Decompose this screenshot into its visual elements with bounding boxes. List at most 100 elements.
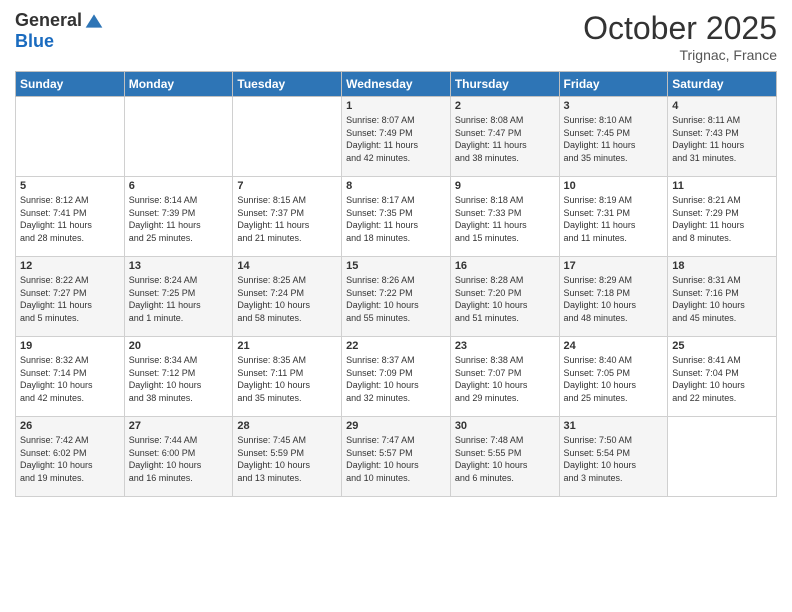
day-info: Sunrise: 8:24 AM Sunset: 7:25 PM Dayligh…	[129, 274, 229, 324]
day-number: 6	[129, 180, 229, 192]
day-number: 15	[346, 260, 446, 272]
day-cell: 3 Sunrise: 8:10 AM Sunset: 7:45 PM Daylig…	[559, 97, 668, 177]
logo: General Blue	[15, 10, 104, 52]
day-info: Sunrise: 8:32 AM Sunset: 7:14 PM Dayligh…	[20, 354, 120, 404]
day-number: 11	[672, 180, 772, 192]
day-info: Sunrise: 8:29 AM Sunset: 7:18 PM Dayligh…	[564, 274, 664, 324]
day-number: 17	[564, 260, 664, 272]
day-number: 16	[455, 260, 555, 272]
day-info: Sunrise: 8:18 AM Sunset: 7:33 PM Dayligh…	[455, 194, 555, 244]
day-cell: 16 Sunrise: 8:28 AM Sunset: 7:20 PM Dayli…	[450, 257, 559, 337]
day-info: Sunrise: 8:19 AM Sunset: 7:31 PM Dayligh…	[564, 194, 664, 244]
day-cell: 21Sunrise: 8:35 AM Sunset: 7:11 PM Dayli…	[233, 337, 342, 417]
day-info: Sunrise: 8:11 AM Sunset: 7:43 PM Dayligh…	[672, 114, 772, 164]
week-row-5: 26Sunrise: 7:42 AM Sunset: 6:02 PM Dayli…	[16, 417, 777, 497]
day-cell: 30 Sunrise: 7:48 AM Sunset: 5:55 PM Dayli…	[450, 417, 559, 497]
day-info: Sunrise: 7:50 AM Sunset: 5:54 PM Dayligh…	[564, 434, 664, 484]
day-info: Sunrise: 7:45 AM Sunset: 5:59 PM Dayligh…	[237, 434, 337, 484]
day-number: 2	[455, 100, 555, 112]
day-info: Sunrise: 8:26 AM Sunset: 7:22 PM Dayligh…	[346, 274, 446, 324]
day-number: 7	[237, 180, 337, 192]
weekday-header-tuesday: Tuesday	[233, 72, 342, 97]
day-info: Sunrise: 8:35 AM Sunset: 7:11 PM Dayligh…	[237, 354, 337, 404]
day-cell: 22Sunrise: 8:37 AM Sunset: 7:09 PM Dayli…	[342, 337, 451, 417]
day-cell	[16, 97, 125, 177]
day-number: 31	[564, 420, 664, 432]
day-info: Sunrise: 8:21 AM Sunset: 7:29 PM Dayligh…	[672, 194, 772, 244]
day-cell: 27 Sunrise: 7:44 AM Sunset: 6:00 PM Dayli…	[124, 417, 233, 497]
day-cell: 8 Sunrise: 8:17 AM Sunset: 7:35 PM Daylig…	[342, 177, 451, 257]
day-number: 5	[20, 180, 120, 192]
weekday-header-monday: Monday	[124, 72, 233, 97]
weekday-header-saturday: Saturday	[668, 72, 777, 97]
week-row-2: 5 Sunrise: 8:12 AM Sunset: 7:41 PM Daylig…	[16, 177, 777, 257]
day-info: Sunrise: 8:34 AM Sunset: 7:12 PM Dayligh…	[129, 354, 229, 404]
day-cell: 20 Sunrise: 8:34 AM Sunset: 7:12 PM Dayli…	[124, 337, 233, 417]
day-number: 12	[20, 260, 120, 272]
day-cell: 19 Sunrise: 8:32 AM Sunset: 7:14 PM Dayli…	[16, 337, 125, 417]
title-block: October 2025 Trignac, France	[583, 10, 777, 63]
logo-blue-text: Blue	[15, 31, 54, 52]
day-cell: 1 Sunrise: 8:07 AM Sunset: 7:49 PM Daylig…	[342, 97, 451, 177]
weekday-header-sunday: Sunday	[16, 72, 125, 97]
day-cell: 4 Sunrise: 8:11 AM Sunset: 7:43 PM Daylig…	[668, 97, 777, 177]
day-number: 24	[564, 340, 664, 352]
day-number: 27	[129, 420, 229, 432]
day-cell: 26Sunrise: 7:42 AM Sunset: 6:02 PM Dayli…	[16, 417, 125, 497]
day-cell: 24 Sunrise: 8:40 AM Sunset: 7:05 PM Dayli…	[559, 337, 668, 417]
weekday-header-wednesday: Wednesday	[342, 72, 451, 97]
day-info: Sunrise: 8:22 AM Sunset: 7:27 PM Dayligh…	[20, 274, 120, 324]
day-info: Sunrise: 7:47 AM Sunset: 5:57 PM Dayligh…	[346, 434, 446, 484]
day-info: Sunrise: 7:44 AM Sunset: 6:00 PM Dayligh…	[129, 434, 229, 484]
day-cell: 12 Sunrise: 8:22 AM Sunset: 7:27 PM Dayli…	[16, 257, 125, 337]
day-number: 1	[346, 100, 446, 112]
weekday-header-friday: Friday	[559, 72, 668, 97]
calendar-table: SundayMondayTuesdayWednesdayThursdayFrid…	[15, 71, 777, 497]
day-number: 3	[564, 100, 664, 112]
logo-icon	[84, 11, 104, 31]
day-cell	[668, 417, 777, 497]
day-number: 25	[672, 340, 772, 352]
day-info: Sunrise: 8:10 AM Sunset: 7:45 PM Dayligh…	[564, 114, 664, 164]
day-info: Sunrise: 8:12 AM Sunset: 7:41 PM Dayligh…	[20, 194, 120, 244]
header: General Blue October 2025 Trignac, Franc…	[15, 10, 777, 63]
day-cell	[124, 97, 233, 177]
day-cell: 14Sunrise: 8:25 AM Sunset: 7:24 PM Dayli…	[233, 257, 342, 337]
day-info: Sunrise: 8:08 AM Sunset: 7:47 PM Dayligh…	[455, 114, 555, 164]
day-number: 22	[346, 340, 446, 352]
day-info: Sunrise: 8:17 AM Sunset: 7:35 PM Dayligh…	[346, 194, 446, 244]
day-info: Sunrise: 8:40 AM Sunset: 7:05 PM Dayligh…	[564, 354, 664, 404]
day-cell: 5 Sunrise: 8:12 AM Sunset: 7:41 PM Daylig…	[16, 177, 125, 257]
day-cell: 11 Sunrise: 8:21 AM Sunset: 7:29 PM Dayli…	[668, 177, 777, 257]
location-subtitle: Trignac, France	[583, 47, 777, 63]
day-info: Sunrise: 8:31 AM Sunset: 7:16 PM Dayligh…	[672, 274, 772, 324]
day-number: 23	[455, 340, 555, 352]
logo-general-text: General	[15, 10, 82, 31]
day-number: 28	[237, 420, 337, 432]
day-cell: 10Sunrise: 8:19 AM Sunset: 7:31 PM Dayli…	[559, 177, 668, 257]
day-number: 30	[455, 420, 555, 432]
day-cell: 2 Sunrise: 8:08 AM Sunset: 7:47 PM Daylig…	[450, 97, 559, 177]
day-info: Sunrise: 8:07 AM Sunset: 7:49 PM Dayligh…	[346, 114, 446, 164]
week-row-4: 19 Sunrise: 8:32 AM Sunset: 7:14 PM Dayli…	[16, 337, 777, 417]
day-info: Sunrise: 8:28 AM Sunset: 7:20 PM Dayligh…	[455, 274, 555, 324]
day-number: 4	[672, 100, 772, 112]
day-cell: 28 Sunrise: 7:45 AM Sunset: 5:59 PM Dayli…	[233, 417, 342, 497]
day-number: 13	[129, 260, 229, 272]
week-row-3: 12 Sunrise: 8:22 AM Sunset: 7:27 PM Dayli…	[16, 257, 777, 337]
day-cell	[233, 97, 342, 177]
day-cell: 15 Sunrise: 8:26 AM Sunset: 7:22 PM Dayli…	[342, 257, 451, 337]
day-cell: 17 Sunrise: 8:29 AM Sunset: 7:18 PM Dayli…	[559, 257, 668, 337]
day-cell: 23Sunrise: 8:38 AM Sunset: 7:07 PM Dayli…	[450, 337, 559, 417]
day-number: 18	[672, 260, 772, 272]
day-number: 19	[20, 340, 120, 352]
day-info: Sunrise: 7:48 AM Sunset: 5:55 PM Dayligh…	[455, 434, 555, 484]
day-number: 9	[455, 180, 555, 192]
month-title: October 2025	[583, 10, 777, 47]
day-cell: 29Sunrise: 7:47 AM Sunset: 5:57 PM Dayli…	[342, 417, 451, 497]
day-cell: 31 Sunrise: 7:50 AM Sunset: 5:54 PM Dayli…	[559, 417, 668, 497]
day-cell: 6Sunrise: 8:14 AM Sunset: 7:39 PM Daylig…	[124, 177, 233, 257]
day-cell: 25Sunrise: 8:41 AM Sunset: 7:04 PM Dayli…	[668, 337, 777, 417]
day-number: 8	[346, 180, 446, 192]
day-number: 20	[129, 340, 229, 352]
